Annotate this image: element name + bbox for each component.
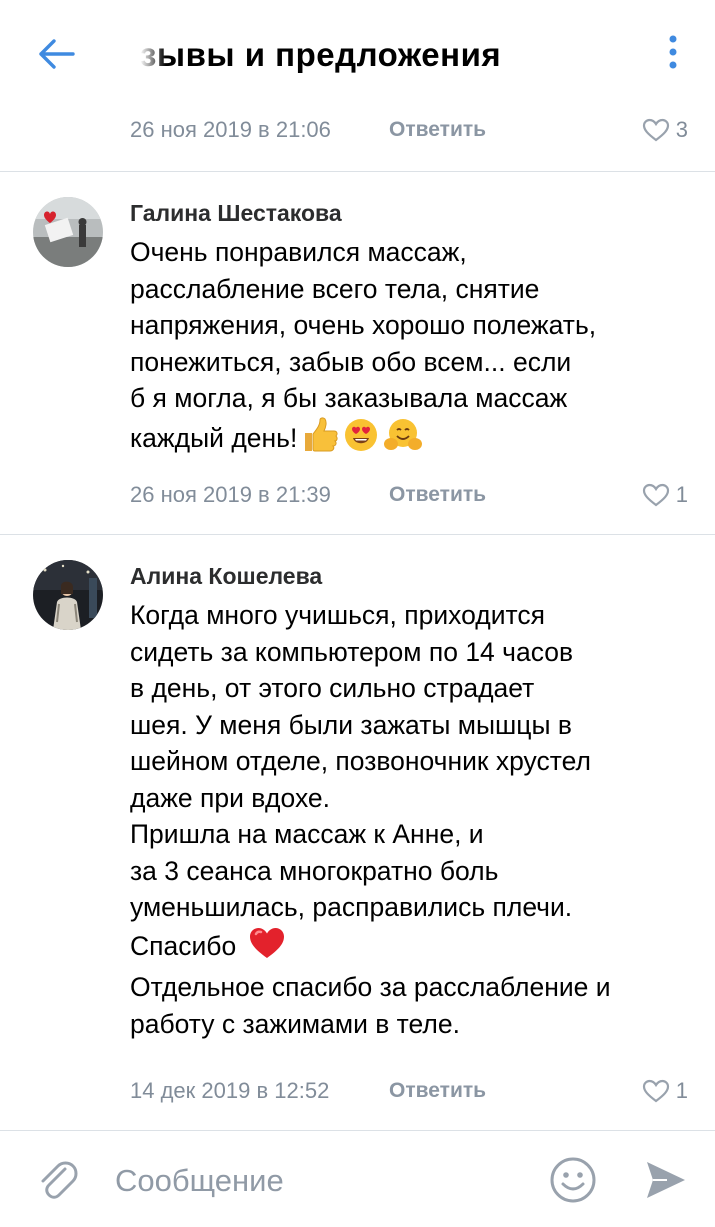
comment-text-line: понежиться, забыв обо всем... если [130, 346, 572, 377]
comment-date: 26 ноя 2019 в 21:39 [130, 482, 331, 507]
reply-button[interactable]: Ответить [389, 115, 486, 145]
comment-text-line: Пришла на массаж к Анне, и [130, 819, 484, 849]
title-fade-right [580, 30, 610, 80]
comment-author[interactable]: Галина Шестакова [130, 200, 342, 227]
comment-date: 14 дек 2019 в 12:52 [130, 1078, 330, 1103]
comment-text-line: б я могла, я бы заказывала массаж [130, 383, 568, 413]
comment-meta: 26 ноя 2019 в 21:39 Ответить 1 [130, 480, 700, 510]
app-header: зывы и предложения [0, 0, 715, 105]
heart-outline-icon [642, 1079, 669, 1103]
comment-text-line: уменьшилась, расправились плечи. [130, 892, 573, 922]
reply-button[interactable]: Ответить [389, 480, 486, 510]
comment-item: Галина Шестакова Очень понравился массаж… [0, 172, 715, 534]
comment-text-line: шейном отделе, позвоночник хрустел [130, 746, 591, 776]
emoji-button[interactable] [548, 1155, 598, 1205]
like-button[interactable]: 1 [642, 480, 688, 510]
comment-text-line-with-emoji: Спасибо [130, 926, 700, 970]
comment-item: Алина Кошелева Когда много учишься, прих… [0, 535, 715, 1125]
comment-meta: 26 ноя 2019 в 21:06 Ответить 3 [130, 115, 700, 145]
page-title-container: зывы и предложения [140, 30, 610, 80]
like-count: 1 [675, 482, 688, 507]
comment-text-line: работу с зажимами в теле. [130, 1008, 460, 1039]
comment-date: 26 ноя 2019 в 21:06 [130, 117, 331, 142]
page-title: зывы и предложения [140, 36, 502, 73]
send-button[interactable] [640, 1155, 690, 1205]
avatar-image-icon [33, 197, 103, 267]
red-heart-icon [248, 926, 286, 970]
comment-text-line: шея. У меня были зажаты мышцы в [130, 709, 572, 740]
paperclip-icon [41, 1161, 78, 1199]
comment-text-fragment: Спасибо [130, 930, 237, 961]
comment-text-line: расслабление всего тела, снятие [130, 273, 540, 304]
back-button[interactable] [30, 28, 82, 80]
comment-text-fragment: каждый день! [130, 422, 298, 453]
heart-eyes-icon [343, 417, 379, 463]
comment-text: Когда много учишься, приходится сидеть з… [130, 597, 700, 1042]
message-input[interactable] [115, 1159, 515, 1203]
comment-text-line: сидеть за компьютером по 14 часов [130, 636, 574, 667]
like-count: 3 [675, 117, 688, 142]
smile-icon [550, 1157, 596, 1203]
avatar-image-icon [33, 560, 103, 630]
comment-text-line: даже при вдохе. [130, 782, 331, 813]
like-count: 1 [675, 1078, 688, 1103]
vertical-dots-icon [669, 35, 677, 69]
heart-outline-icon [642, 483, 669, 507]
comment-text-line: в день, от этого сильно страдает [130, 673, 535, 703]
comment-text: Очень понравился массаж, расслабление вс… [130, 234, 700, 462]
comment-text-line: Отдельное спасибо за расслабление и [130, 972, 611, 1002]
comment-text-line: напряжения, очень хорошо полежать, [130, 310, 597, 340]
hugging-face-icon [383, 417, 423, 463]
avatar[interactable] [33, 197, 103, 267]
comment-text-line: Когда много учишься, приходится [130, 600, 545, 630]
title-fade-left [140, 30, 166, 80]
comment-text-line-last: каждый день! [130, 416, 700, 463]
more-options-button[interactable] [656, 30, 690, 74]
like-button[interactable]: 3 [642, 115, 688, 145]
thumbs-up-icon [301, 416, 339, 463]
heart-outline-icon [642, 118, 669, 142]
message-composer [0, 1131, 715, 1227]
comment-text-line: за 3 сеанса многократно боль [130, 855, 499, 886]
comment-author[interactable]: Алина Кошелева [130, 563, 322, 590]
like-button[interactable]: 1 [642, 1076, 688, 1106]
reply-button[interactable]: Ответить [389, 1076, 486, 1106]
attach-button[interactable] [32, 1153, 82, 1205]
comment-text-line: Очень понравился массаж, [130, 237, 467, 267]
send-icon [647, 1162, 685, 1198]
arrow-left-icon [39, 39, 75, 69]
avatar[interactable] [33, 560, 103, 630]
comment-meta: 14 дек 2019 в 12:52 Ответить 1 [130, 1076, 700, 1106]
